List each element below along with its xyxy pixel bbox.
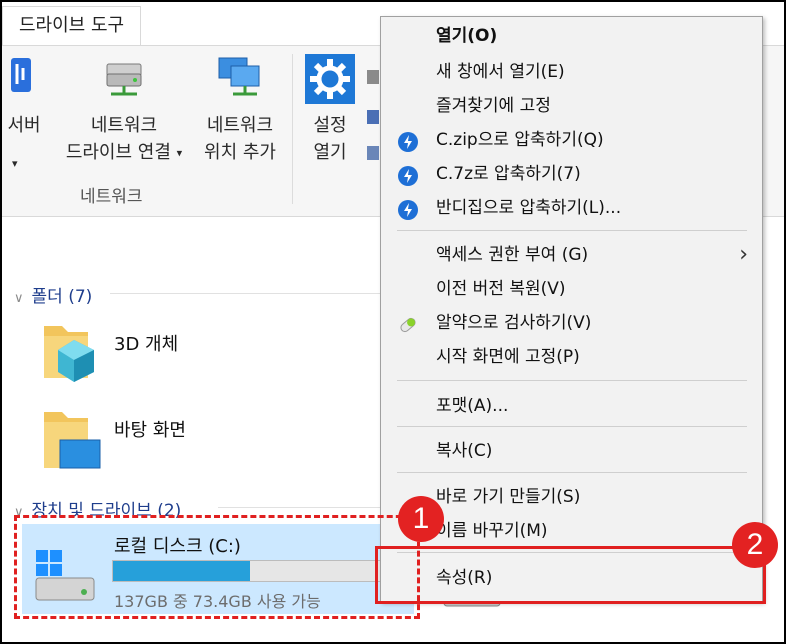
menu-item-bandizip[interactable]: 반디집으로 압축하기(L)... bbox=[381, 191, 762, 225]
uninstall-program-icon[interactable] bbox=[366, 108, 380, 132]
menu-item-restore-versions[interactable]: 이전 버전 복원(V) bbox=[381, 272, 762, 306]
alyac-icon bbox=[398, 313, 418, 333]
menu-item-label: 새 창에서 열기(E) bbox=[436, 62, 565, 82]
desktop-folder-icon bbox=[38, 406, 104, 478]
folder-item[interactable]: 바탕 화면 bbox=[38, 406, 378, 478]
menu-item-label: 복사(C) bbox=[436, 441, 493, 461]
folder-item[interactable]: 3D 개체 bbox=[38, 320, 378, 392]
bandizip-icon bbox=[398, 164, 418, 186]
menu-item-give-access[interactable]: 액세스 권한 부여 (G) › bbox=[381, 238, 762, 272]
bandizip-icon bbox=[398, 198, 418, 220]
menu-item-label: 반디집으로 압축하기(L)... bbox=[436, 198, 622, 218]
media-server-icon bbox=[2, 54, 52, 106]
menu-separator bbox=[397, 380, 747, 381]
map-network-drive-button[interactable]: 네트워크 드라이브 연결 ▾ bbox=[56, 54, 192, 167]
chevron-down-icon: ▾ bbox=[176, 146, 183, 160]
menu-item-label: 액세스 권한 부여 (G) bbox=[436, 245, 589, 265]
folder-name: 바탕 화면 bbox=[114, 420, 186, 441]
settings-label-1: 설정 bbox=[313, 115, 347, 136]
gear-icon bbox=[300, 54, 360, 112]
menu-item-pin-start[interactable]: 시작 화면에 고정(P) bbox=[381, 340, 762, 374]
media-server-button[interactable]: 서버 ▾ bbox=[2, 54, 52, 170]
menu-item-label: C.zip으로 압축하기(Q) bbox=[436, 130, 604, 150]
chevron-down-icon: ▾ bbox=[12, 157, 18, 170]
open-settings-button[interactable]: 설정 열기 bbox=[300, 54, 360, 166]
network-location-icon bbox=[194, 54, 286, 106]
media-server-label: 서버 bbox=[7, 115, 41, 136]
chevron-right-icon: › bbox=[739, 242, 748, 267]
menu-separator bbox=[397, 472, 747, 473]
highlight-drive-box bbox=[14, 515, 420, 619]
ribbon-divider bbox=[292, 54, 293, 204]
group-label-network: 네트워크 bbox=[80, 187, 143, 207]
menu-item-label: 이름 바꾸기(M) bbox=[436, 521, 548, 541]
menu-separator bbox=[397, 426, 747, 427]
file-explorer-window: 드라이브 도구 서버 ▾ 네트워크 드라이브 연결 ▾ 네트워크 위치 추가 네… bbox=[0, 0, 786, 644]
add-location-label-2: 위치 추가 bbox=[204, 142, 276, 163]
step-badge-2: 2 bbox=[732, 522, 778, 568]
menu-item-zip[interactable]: C.zip으로 압축하기(Q) bbox=[381, 123, 762, 157]
menu-item-label: 즐겨찾기에 고정 bbox=[436, 96, 551, 116]
folders-header-label: 폴더 (7) bbox=[31, 287, 93, 307]
network-drive-icon bbox=[56, 54, 192, 106]
menu-item-alyac-scan[interactable]: 알약으로 검사하기(V) bbox=[381, 306, 762, 340]
bandizip-icon bbox=[398, 130, 418, 152]
manage-icon[interactable] bbox=[366, 144, 380, 168]
menu-item-pin-quick-access[interactable]: 즐겨찾기에 고정 bbox=[381, 89, 762, 123]
menu-separator bbox=[397, 230, 747, 231]
tab-drive-tools[interactable]: 드라이브 도구 bbox=[2, 6, 142, 46]
menu-item-open-new-window[interactable]: 새 창에서 열기(E) bbox=[381, 55, 762, 89]
map-drive-label-1: 네트워크 bbox=[90, 115, 158, 136]
menu-item-copy[interactable]: 복사(C) bbox=[381, 434, 762, 468]
menu-item-open[interactable]: 열기(O) bbox=[381, 19, 762, 53]
menu-item-label: 시작 화면에 고정(P) bbox=[436, 347, 580, 367]
folders-section-header[interactable]: ∨ 폴더 (7) bbox=[14, 282, 92, 307]
step-badge-1: 1 bbox=[398, 496, 444, 542]
menu-item-label: 포맷(A)... bbox=[436, 396, 509, 416]
3d-objects-folder-icon bbox=[38, 320, 104, 392]
settings-label-2: 열기 bbox=[313, 142, 347, 163]
chevron-down-icon: ∨ bbox=[14, 291, 24, 306]
section-divider bbox=[218, 507, 380, 508]
menu-item-label: 바로 가기 만들기(S) bbox=[436, 487, 581, 507]
add-network-location-button[interactable]: 네트워크 위치 추가 bbox=[194, 54, 286, 166]
menu-item-label: 알약으로 검사하기(V) bbox=[436, 313, 592, 333]
map-drive-label-2: 드라이브 연결 bbox=[65, 142, 171, 163]
system-properties-icon[interactable] bbox=[366, 68, 380, 92]
menu-item-label: C.7z로 압축하기(7) bbox=[436, 164, 581, 184]
menu-item-7z[interactable]: C.7z로 압축하기(7) bbox=[381, 157, 762, 191]
menu-item-format[interactable]: 포맷(A)... bbox=[381, 389, 762, 423]
highlight-properties-box bbox=[375, 546, 766, 604]
add-location-label-1: 네트워크 bbox=[206, 115, 274, 136]
section-divider bbox=[110, 293, 380, 294]
menu-item-label: 이전 버전 복원(V) bbox=[436, 279, 566, 299]
folder-name: 3D 개체 bbox=[114, 334, 179, 355]
menu-item-label: 열기(O) bbox=[436, 26, 498, 46]
